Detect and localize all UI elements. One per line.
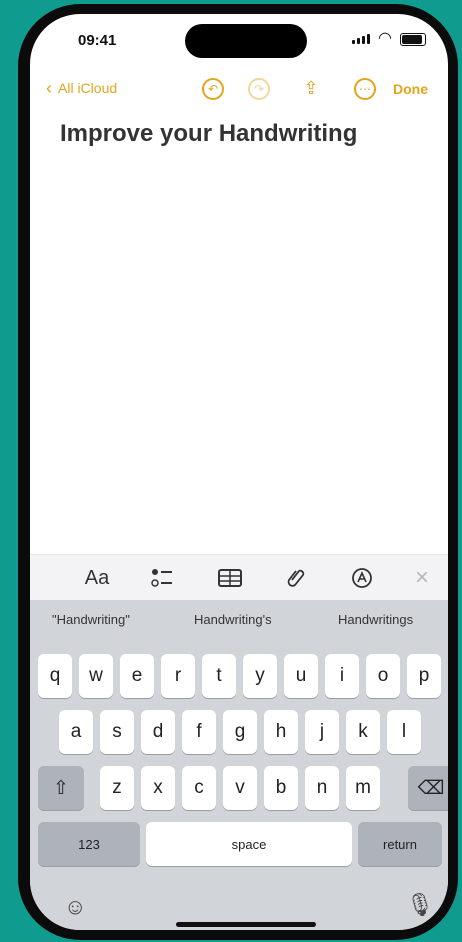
numbers-key[interactable]: 123 (38, 822, 140, 866)
status-time: 09:41 (78, 32, 117, 49)
share-icon[interactable]: ⇪ (302, 76, 320, 100)
key-d[interactable]: d (141, 710, 175, 754)
key-r[interactable]: r (161, 654, 195, 698)
prediction-2[interactable]: Handwriting's (194, 612, 272, 627)
key-j[interactable]: j (305, 710, 339, 754)
shift-key[interactable]: ⇧ (38, 766, 84, 810)
key-f[interactable]: f (182, 710, 216, 754)
format-bar: Aa × (30, 554, 448, 601)
prediction-bar: "Handwriting" Handwriting's Handwritings (30, 600, 448, 638)
key-e[interactable]: e (120, 654, 154, 698)
delete-key[interactable]: ⌫ (408, 766, 448, 810)
key-z[interactable]: z (100, 766, 134, 810)
checklist-icon[interactable] (148, 555, 176, 601)
undo-icon[interactable]: ↶ (202, 78, 224, 100)
close-icon[interactable]: × (408, 555, 436, 601)
key-w[interactable]: w (79, 654, 113, 698)
microphone-icon[interactable]: 🎙 (406, 892, 434, 918)
key-o[interactable]: o (366, 654, 400, 698)
key-c[interactable]: c (182, 766, 216, 810)
back-button[interactable]: ‹ All iCloud (46, 78, 118, 98)
key-i[interactable]: i (325, 654, 359, 698)
redo-icon[interactable]: ↷ (248, 78, 270, 100)
note-title[interactable]: Improve your Handwriting (60, 120, 357, 148)
home-indicator (176, 922, 316, 927)
key-m[interactable]: m (346, 766, 380, 810)
key-y[interactable]: y (243, 654, 277, 698)
key-p[interactable]: p (407, 654, 441, 698)
key-u[interactable]: u (284, 654, 318, 698)
key-v[interactable]: v (223, 766, 257, 810)
return-key[interactable]: return (358, 822, 442, 866)
notes-toolbar: ‹ All iCloud ↶ ↷ ⇪ ⋯ Done (30, 74, 448, 104)
chevron-left-icon: ‹ (46, 78, 52, 98)
keyboard: "Handwriting" Handwriting's Handwritings… (30, 600, 448, 930)
wifi-icon: ◠ (378, 30, 392, 47)
key-s[interactable]: s (100, 710, 134, 754)
space-key[interactable]: space (146, 822, 352, 866)
key-t[interactable]: t (202, 654, 236, 698)
back-label: All iCloud (58, 80, 118, 96)
dynamic-island (185, 24, 307, 58)
attachment-icon[interactable] (282, 555, 310, 601)
markup-icon[interactable] (348, 555, 376, 601)
done-button[interactable]: Done (393, 81, 428, 97)
prediction-1[interactable]: "Handwriting" (52, 612, 130, 627)
key-q[interactable]: q (38, 654, 72, 698)
emoji-icon[interactable]: ☺ (64, 894, 86, 920)
key-n[interactable]: n (305, 766, 339, 810)
key-h[interactable]: h (264, 710, 298, 754)
text-format-button[interactable]: Aa (78, 555, 116, 601)
signal-icon (352, 34, 371, 44)
key-g[interactable]: g (223, 710, 257, 754)
key-a[interactable]: a (59, 710, 93, 754)
more-icon[interactable]: ⋯ (354, 78, 376, 100)
battery-icon (400, 32, 426, 46)
key-b[interactable]: b (264, 766, 298, 810)
key-k[interactable]: k (346, 710, 380, 754)
status-icons: ◠ (352, 30, 426, 47)
table-icon[interactable] (216, 555, 244, 601)
key-x[interactable]: x (141, 766, 175, 810)
screen: 09:41 ◠ ‹ All iCloud ↶ ↷ ⇪ ⋯ Done Improv… (30, 14, 448, 930)
prediction-3[interactable]: Handwritings (338, 612, 413, 627)
key-l[interactable]: l (387, 710, 421, 754)
